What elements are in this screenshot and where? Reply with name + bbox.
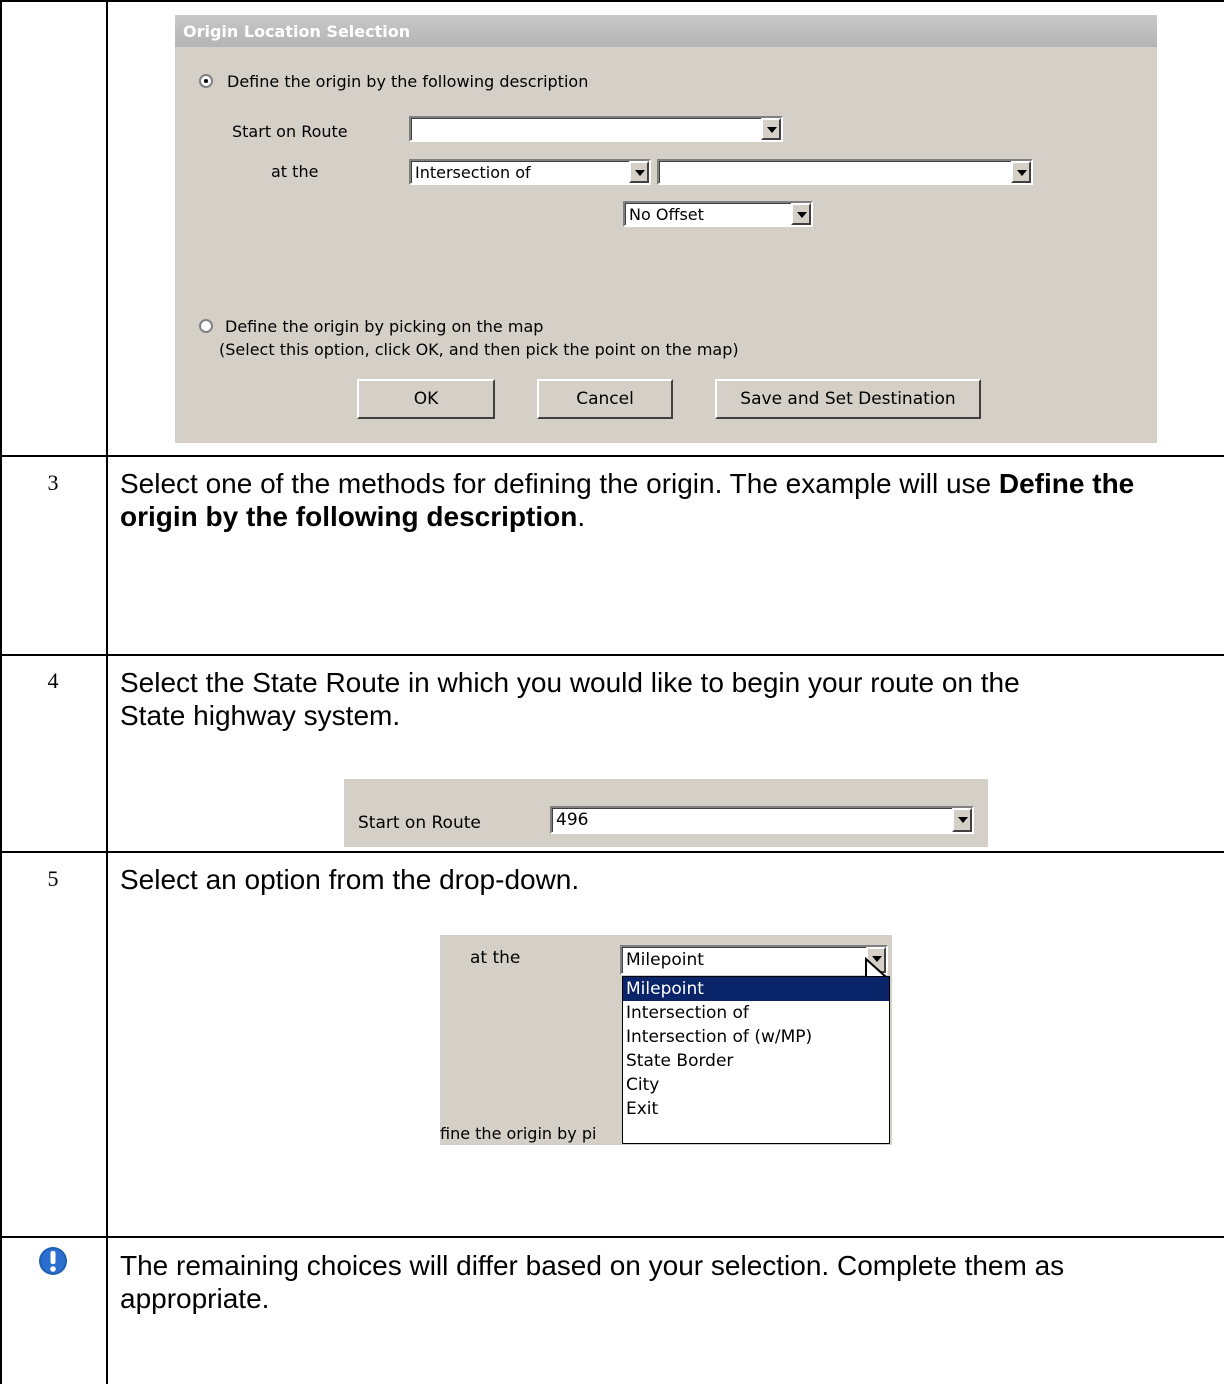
radio-define-by-description[interactable]: [199, 74, 213, 88]
origin-location-dialog: Origin Location Selection Define the ori…: [175, 15, 1157, 443]
chevron-down-icon[interactable]: [629, 161, 649, 183]
step-number: 5: [47, 866, 59, 891]
start-on-route-label: Start on Route: [358, 813, 481, 833]
row-divider: [0, 1236, 1224, 1238]
dropdown-option[interactable]: Intersection of: [623, 1001, 889, 1025]
radio-define-by-description-label: Define the origin by the following descr…: [227, 72, 589, 91]
at-the-dropdown-list[interactable]: Milepoint Intersection of Intersection o…: [622, 976, 890, 1144]
row-divider: [0, 654, 1224, 656]
start-on-route-select[interactable]: 496: [550, 806, 974, 834]
row-divider: [0, 851, 1224, 853]
chevron-down-icon[interactable]: [952, 808, 972, 832]
radio-define-by-map[interactable]: [199, 319, 213, 333]
step-number: 3: [47, 470, 59, 495]
chevron-down-icon[interactable]: [791, 203, 811, 225]
start-on-route-select[interactable]: [409, 116, 783, 142]
dropdown-option[interactable]: Exit: [623, 1097, 889, 1121]
step-instruction: Select one of the methods for defining t…: [120, 468, 1135, 532]
at-the-select[interactable]: Milepoint: [620, 945, 888, 975]
dialog-title-bar: Origin Location Selection: [175, 15, 1157, 47]
offset-select[interactable]: No Offset: [623, 201, 813, 227]
chevron-down-icon[interactable]: [761, 118, 781, 140]
cancel-button[interactable]: Cancel: [537, 379, 673, 419]
at-the-label: at the: [470, 948, 521, 968]
chevron-down-icon[interactable]: [1011, 161, 1031, 183]
intersection-route-select[interactable]: [657, 159, 1033, 185]
exclamation-icon: [39, 1247, 67, 1275]
at-the-label: at the: [271, 162, 319, 181]
table-column-divider: [106, 0, 108, 1384]
dropdown-option[interactable]: City: [623, 1073, 889, 1097]
radio-define-by-map-hint: (Select this option, click OK, and then …: [219, 340, 739, 359]
table-border-top: [0, 0, 1224, 2]
ok-button[interactable]: OK: [357, 379, 495, 419]
start-on-route-snippet: Start on Route 496: [344, 779, 988, 847]
dropdown-option[interactable]: Milepoint: [623, 977, 889, 1001]
dialog-title: Origin Location Selection: [183, 22, 411, 41]
step-instruction: Select the State Route in which you woul…: [120, 667, 1020, 731]
step-number: 4: [47, 668, 59, 693]
dropdown-option[interactable]: Intersection of (w/MP): [623, 1025, 889, 1049]
start-on-route-label: Start on Route: [232, 122, 348, 141]
save-and-set-destination-button[interactable]: Save and Set Destination: [715, 379, 981, 419]
background-text: fine the origin by pi: [440, 1124, 597, 1143]
at-the-select[interactable]: Intersection of: [409, 159, 651, 185]
note-text: The remaining choices will differ based …: [120, 1250, 1065, 1314]
step-instruction: Select an option from the drop-down.: [120, 864, 580, 895]
row-divider: [0, 455, 1224, 457]
at-the-snippet: at the Milepoint fine the origin by pi M…: [440, 935, 892, 1145]
dropdown-option[interactable]: State Border: [623, 1049, 889, 1073]
radio-define-by-map-label: Define the origin by picking on the map: [225, 317, 544, 336]
